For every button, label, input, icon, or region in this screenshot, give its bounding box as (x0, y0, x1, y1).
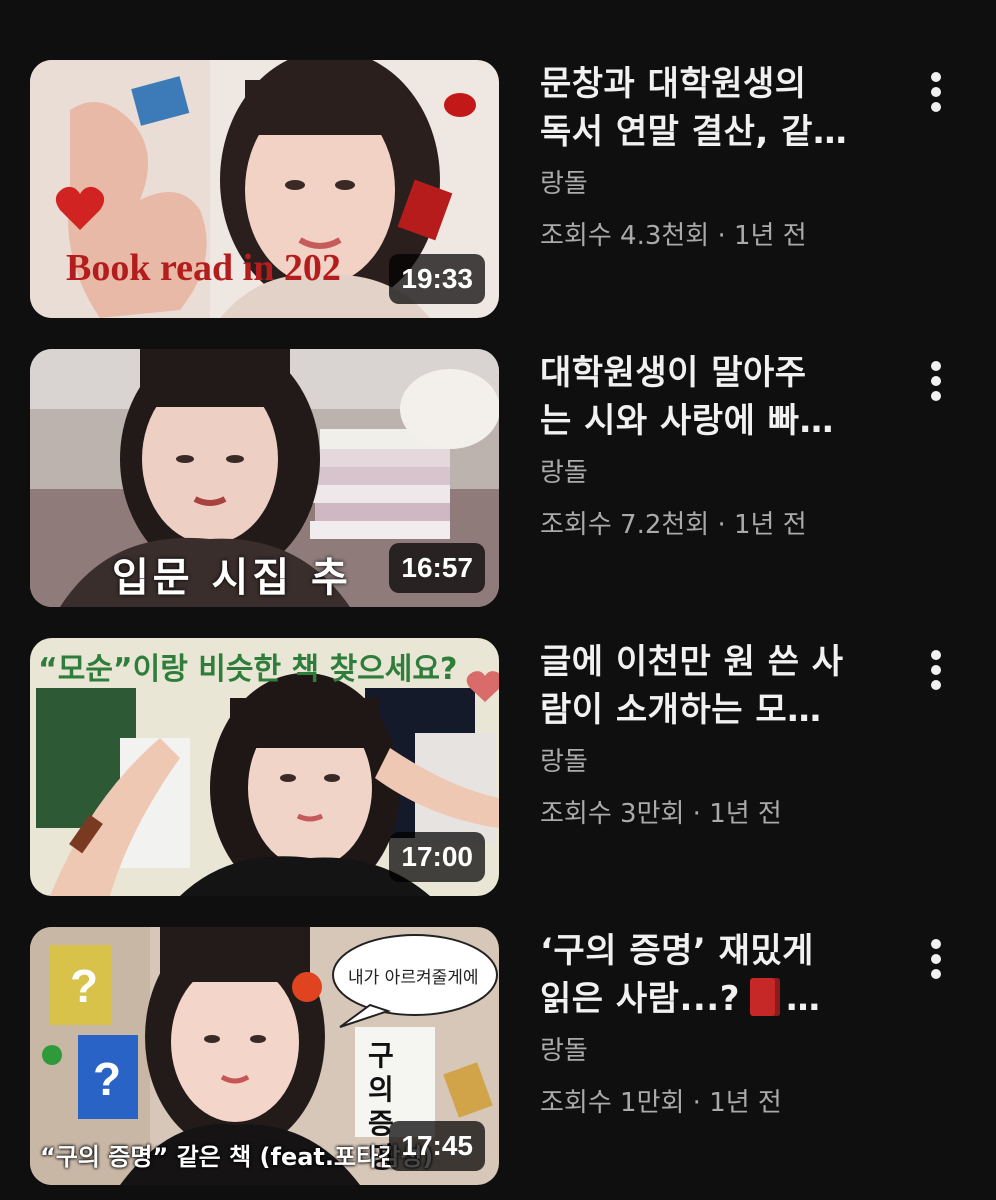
video-meta: ‘구의 증명’ 재밌게 읽은 사람...? … 랑돌 조회수 1만회 · 1년 전 (540, 927, 880, 1121)
more-vert-icon[interactable] (916, 357, 956, 405)
video-title-line: ‘구의 증명’ 재밌게 (540, 931, 814, 971)
channel-name[interactable]: 랑돌 (540, 1033, 880, 1069)
video-list: Book read in 202 19:33 문창과 대학원생의 독서 연말 결… (0, 0, 996, 1200)
video-stats: 조회수 7.2천회 · 1년 전 (540, 510, 807, 540)
video-stats: 조회수 3만회 · 1년 전 (540, 799, 782, 829)
video-thumbnail[interactable]: Book read in 202 19:33 (30, 60, 499, 318)
video-title-line: 는 시와 사랑에 빠… (540, 401, 834, 441)
thumbnail-caption: 입문 시집 추 (112, 555, 352, 601)
video-title[interactable]: 대학원생이 말아주 는 시와 사랑에 빠… (540, 349, 880, 445)
video-title[interactable]: ‘구의 증명’ 재밌게 읽은 사람...? … (540, 927, 880, 1023)
video-item[interactable]: Book read in 202 19:33 문창과 대학원생의 독서 연말 결… (0, 60, 996, 320)
video-title-text: 읽은 사람...? (540, 979, 740, 1019)
video-item[interactable]: 입문 시집 추 16:57 대학원생이 말아주 는 시와 사랑에 빠… 랑돌 조… (0, 349, 996, 609)
video-item[interactable]: “모순”이랑 비슷한 책 찾으세요? 17:00 글에 이천만 원 쓴 사 람이… (0, 638, 996, 898)
video-meta: 문창과 대학원생의 독서 연말 결산, 같… 랑돌 조회수 4.3천회 · 1년… (540, 60, 880, 254)
video-title[interactable]: 문창과 대학원생의 독서 연말 결산, 같… (540, 60, 880, 156)
duration-badge: 16:57 (389, 543, 485, 593)
svg-text:?: ? (70, 960, 98, 1012)
video-title-line: 대학원생이 말아주 (540, 353, 807, 393)
duration-badge: 17:00 (389, 832, 485, 882)
more-vert-icon[interactable] (916, 646, 956, 694)
thumbnail-caption: “모순”이랑 비슷한 책 찾으세요? (38, 652, 458, 687)
channel-name[interactable]: 랑돌 (540, 744, 880, 780)
channel-name[interactable]: 랑돌 (540, 455, 880, 491)
video-item[interactable]: ? ? 내가 아르켜줄게에 구의 증명 “구의 증명” 같은 책 (feat.포… (0, 927, 996, 1187)
video-stats: 조회수 4.3천회 · 1년 전 (540, 221, 807, 251)
duration-badge: 17:45 (389, 1121, 485, 1171)
thumbnail-caption: Book read in 202 (66, 247, 341, 289)
thumbnail-caption: “구의 증명” 같은 책 (feat.포타감성) (40, 1143, 434, 1171)
video-thumbnail[interactable]: “모순”이랑 비슷한 책 찾으세요? 17:00 (30, 638, 499, 896)
video-title-line: 문창과 대학원생의 (540, 64, 807, 104)
video-title-line: 람이 소개하는 모… (540, 690, 822, 730)
more-vert-icon[interactable] (916, 68, 956, 116)
svg-text:?: ? (93, 1053, 121, 1105)
video-thumbnail[interactable]: ? ? 내가 아르켜줄게에 구의 증명 “구의 증명” 같은 책 (feat.포… (30, 927, 499, 1185)
duration-badge: 19:33 (389, 254, 485, 304)
video-thumbnail[interactable]: 입문 시집 추 16:57 (30, 349, 499, 607)
channel-name[interactable]: 랑돌 (540, 166, 880, 202)
red-book-emoji-icon (749, 978, 780, 1016)
more-vert-icon[interactable] (916, 935, 956, 983)
video-meta: 대학원생이 말아주 는 시와 사랑에 빠… 랑돌 조회수 7.2천회 · 1년 … (540, 349, 880, 543)
video-title-line: 읽은 사람...? … (540, 975, 880, 1023)
thumbnail-bubble-text: 내가 아르켜줄게에 (348, 968, 479, 988)
video-title[interactable]: 글에 이천만 원 쓴 사 람이 소개하는 모… (540, 638, 880, 734)
video-title-line: 글에 이천만 원 쓴 사 (540, 642, 844, 682)
video-meta: 글에 이천만 원 쓴 사 람이 소개하는 모… 랑돌 조회수 3만회 · 1년 … (540, 638, 880, 832)
video-title-ellipsis: … (785, 979, 821, 1019)
video-title-line: 독서 연말 결산, 같… (540, 112, 848, 152)
video-stats: 조회수 1만회 · 1년 전 (540, 1088, 782, 1118)
